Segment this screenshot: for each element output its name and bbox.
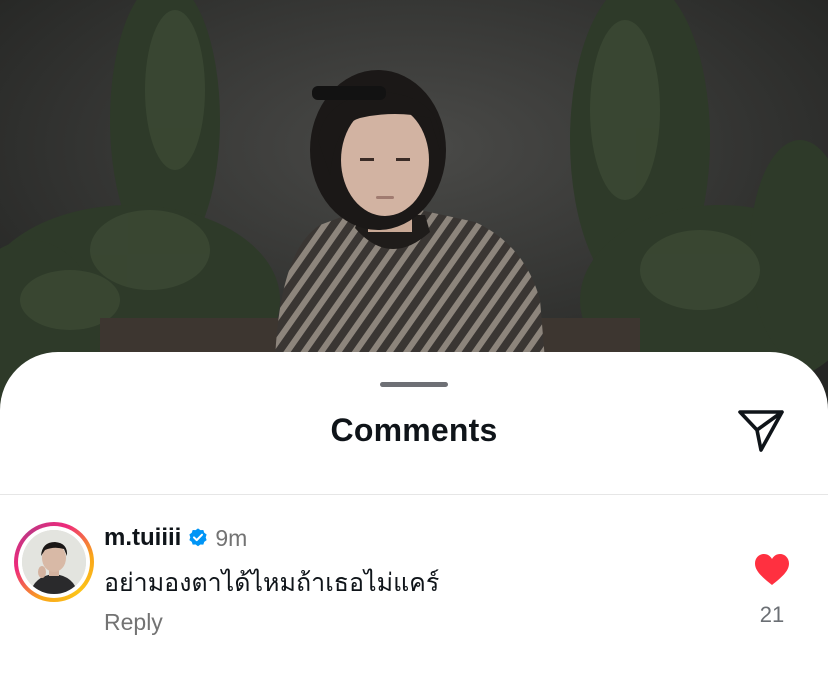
avatar-portrait: [22, 530, 86, 594]
comment-header: m.tuiiii 9m: [104, 523, 247, 553]
like-count: 21: [759, 602, 785, 627]
comment-username[interactable]: m.tuiiii: [104, 524, 181, 552]
paper-plane-icon[interactable]: [736, 408, 786, 454]
heart-filled-icon[interactable]: [754, 553, 790, 587]
screen: Comments m.tuiiii 9m อย่ามองตาได้ไหมถ้าเ…: [0, 0, 828, 675]
comment-timestamp: 9m: [215, 524, 248, 551]
comment-text: อย่ามองตาได้ไหมถ้าเธอไม่แคร์: [104, 569, 440, 597]
sheet-title: Comments: [330, 412, 498, 448]
reply-button[interactable]: Reply: [104, 609, 163, 636]
sheet-drag-handle[interactable]: [380, 382, 448, 387]
avatar[interactable]: [14, 522, 94, 602]
comment-item: m.tuiiii 9m อย่ามองตาได้ไหมถ้าเธอไม่แคร์…: [0, 495, 828, 675]
avatar-image: [22, 530, 86, 594]
comments-sheet: Comments m.tuiiii 9m อย่ามองตาได้ไหมถ้าเ…: [0, 352, 828, 675]
verified-badge-icon: [189, 528, 207, 547]
